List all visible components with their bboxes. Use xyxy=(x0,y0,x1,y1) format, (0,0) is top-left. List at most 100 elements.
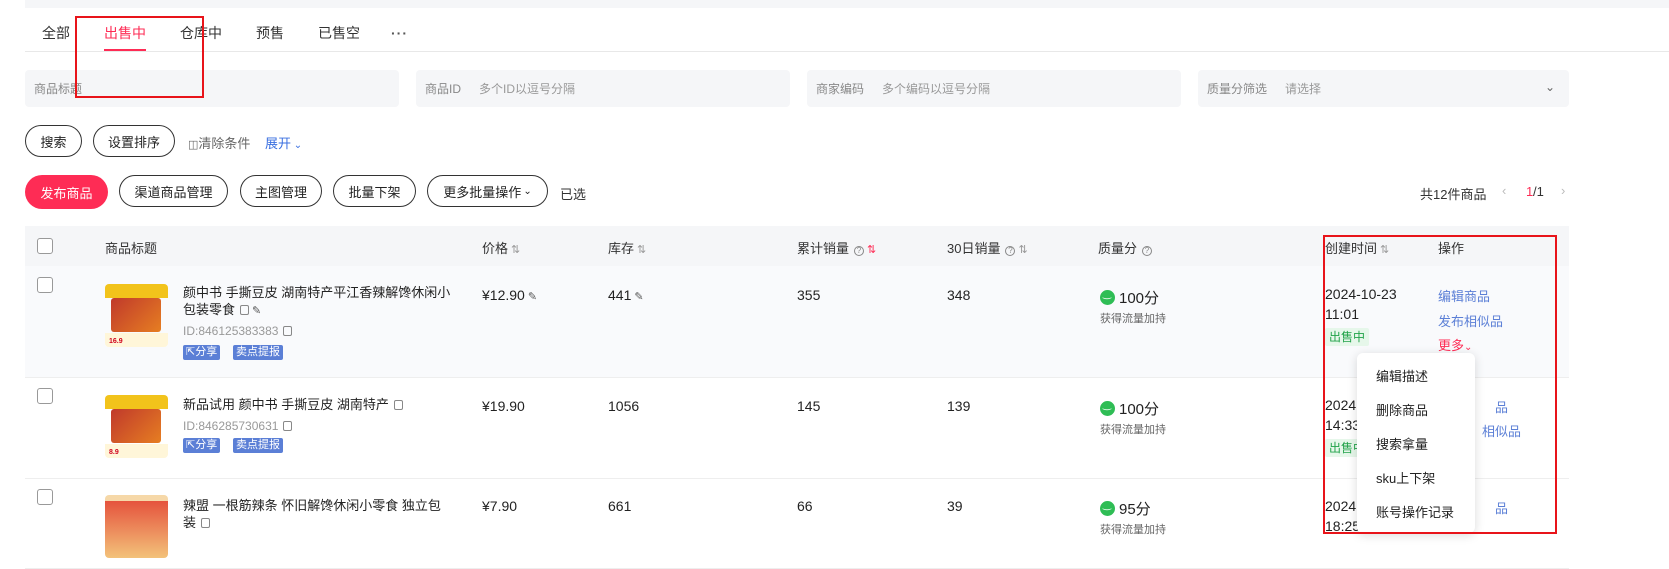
share-tag[interactable]: ⇱分享 xyxy=(183,438,221,453)
channel-products-button[interactable]: 渠道商品管理 xyxy=(119,175,228,207)
expand-link[interactable]: 展开 ⌄ xyxy=(265,133,302,152)
search-button[interactable]: 搜索 xyxy=(25,125,82,157)
product-id: ID:846285730631 xyxy=(183,419,293,433)
title-filter-label: 商品标题 xyxy=(34,82,83,96)
total-sales-cell: 355 xyxy=(797,287,821,303)
quality-filter[interactable]: 质量分筛选 请选择 ⌄ xyxy=(1198,70,1569,107)
tab-on-sale[interactable]: 出售中 xyxy=(87,14,163,51)
tab-presale[interactable]: 预售 xyxy=(239,14,301,51)
price-cell[interactable]: ¥7.90 xyxy=(482,498,517,514)
row-checkbox[interactable] xyxy=(37,489,53,505)
header-created[interactable]: 创建时间 ⇅ xyxy=(1325,238,1389,257)
edit-icon[interactable]: ✎ xyxy=(634,290,643,303)
id-filter[interactable]: 商品ID 多个ID以逗号分隔 xyxy=(416,70,790,107)
select-all-checkbox[interactable] xyxy=(37,238,53,254)
thumb-price: 16.9 xyxy=(109,338,123,345)
main-image-button[interactable]: 主图管理 xyxy=(240,175,322,207)
header-total-sales[interactable]: 累计销量? ⇅ xyxy=(797,238,876,257)
tab-warehouse[interactable]: 仓库中 xyxy=(163,14,239,51)
sort-button[interactable]: 设置排序 xyxy=(93,125,175,157)
quality-filter-select[interactable]: 请选择 xyxy=(1285,80,1321,97)
edit-icon[interactable]: ✎ xyxy=(528,290,537,303)
price-cell[interactable]: ¥19.90 xyxy=(482,398,525,414)
stock-cell[interactable]: 661 xyxy=(608,498,631,514)
price-value: ¥12.90 xyxy=(482,287,525,303)
header-stock-label: 库存 xyxy=(608,241,635,256)
stock-cell[interactable]: 1056 xyxy=(608,398,639,414)
sort-icon[interactable]: ⇅ xyxy=(867,244,876,256)
product-thumbnail[interactable]: 8.9 xyxy=(105,395,168,458)
help-icon[interactable]: ? xyxy=(1005,246,1016,256)
menu-item-account-log[interactable]: 账号操作记录 xyxy=(1376,502,1454,521)
prev-page-icon[interactable]: ‹ xyxy=(1502,183,1506,198)
quality-score: 100分 获得流量加持 xyxy=(1100,398,1166,437)
selected-count: 已选 xyxy=(560,187,587,202)
code-filter-input[interactable]: 多个编码以逗号分隔 xyxy=(882,80,990,97)
copy-icon[interactable] xyxy=(240,305,250,315)
header-price[interactable]: 价格 ⇅ xyxy=(482,238,520,257)
price-cell[interactable]: ¥12.90 ✎ xyxy=(482,287,537,303)
help-icon[interactable]: ? xyxy=(1142,246,1153,256)
product-title-text: 颜中书 手撕豆皮 湖南特产平江香辣解馋休闲小包装零食 xyxy=(183,285,451,317)
copy-icon[interactable] xyxy=(283,421,293,431)
batch-offline-button[interactable]: 批量下架 xyxy=(333,175,416,207)
title-filter[interactable]: 商品标题 xyxy=(25,70,399,107)
copy-icon[interactable] xyxy=(393,400,403,410)
id-filter-input[interactable]: 多个ID以逗号分隔 xyxy=(479,80,575,97)
copy-icon[interactable] xyxy=(201,518,211,528)
tab-all[interactable]: 全部 xyxy=(25,14,87,51)
total-sales-cell: 66 xyxy=(797,498,813,514)
edit-product-link[interactable]: 品 xyxy=(1495,397,1508,416)
menu-item-edit-description[interactable]: 编辑描述 xyxy=(1376,366,1428,385)
tab-more-icon[interactable]: ··· xyxy=(377,14,422,51)
header-stock[interactable]: 库存 ⇅ xyxy=(608,238,646,257)
created-date: 2024 xyxy=(1325,397,1357,413)
chevron-down-icon[interactable]: ⌄ xyxy=(1545,80,1555,94)
selling-point-tag[interactable]: 卖点提报 xyxy=(233,345,283,360)
share-tag[interactable]: ⇱分享 xyxy=(183,345,221,360)
menu-item-search-boost[interactable]: 搜索拿量 xyxy=(1376,434,1428,453)
sort-icon[interactable]: ⇅ xyxy=(637,244,646,256)
product-thumbnail[interactable] xyxy=(105,495,168,558)
help-icon[interactable]: ? xyxy=(854,246,865,256)
header-sales-30d[interactable]: 30日销量? ⇅ xyxy=(947,238,1028,257)
quality-score: 100分 获得流量加持 xyxy=(1100,287,1166,326)
next-page-icon[interactable]: › xyxy=(1561,183,1565,198)
product-title[interactable]: 新品试用 颜中书 手撕豆皮 湖南特产 xyxy=(183,396,453,413)
thumb-price: 8.9 xyxy=(109,449,119,456)
selling-point-tag[interactable]: 卖点提报 xyxy=(233,438,283,453)
product-thumbnail[interactable]: 16.9 xyxy=(105,284,168,347)
created-clock: 18:25 xyxy=(1325,518,1361,534)
trash-icon: ◫ xyxy=(188,139,199,151)
row-checkbox[interactable] xyxy=(37,388,53,404)
row-checkbox[interactable] xyxy=(37,277,53,293)
table-row: 16.9 颜中书 手撕豆皮 湖南特产平江香辣解馋休闲小包装零食 ✎ ID:8461… xyxy=(25,266,1569,378)
more-ops-link[interactable]: 更多⌄ xyxy=(1438,335,1472,354)
code-filter[interactable]: 商家编码 多个编码以逗号分隔 xyxy=(807,70,1181,107)
product-title[interactable]: 辣盟 一根筋辣条 怀旧解馋休闲小零食 独立包装 xyxy=(183,497,453,531)
menu-item-delete-product[interactable]: 删除商品 xyxy=(1376,400,1428,419)
sort-icon[interactable]: ⇅ xyxy=(1018,244,1027,256)
sort-icon[interactable]: ⇅ xyxy=(1380,244,1389,256)
publish-similar-link[interactable]: 相似品 xyxy=(1482,421,1521,440)
publish-similar-link[interactable]: 发布相似品 xyxy=(1438,311,1503,330)
share-icon: ⇱ xyxy=(186,346,196,358)
edit-product-link[interactable]: 编辑商品 xyxy=(1438,286,1490,305)
id-filter-label: 商品ID xyxy=(425,82,462,96)
product-title[interactable]: 颜中书 手撕豆皮 湖南特产平江香辣解馋休闲小包装零食 ✎ xyxy=(183,284,453,320)
publish-product-button[interactable]: 发布商品 xyxy=(25,175,108,209)
edit-icon[interactable]: ✎ xyxy=(252,303,261,320)
clear-conditions-link[interactable]: ◫清除条件 xyxy=(188,133,250,152)
tab-sold-out[interactable]: 已售空 xyxy=(301,14,377,51)
menu-item-sku-toggle[interactable]: sku上下架 xyxy=(1376,468,1435,487)
copy-icon[interactable] xyxy=(283,326,293,336)
more-batch-button[interactable]: 更多批量操作 ⌄ xyxy=(427,175,548,207)
created-time: 2024 14:33 xyxy=(1325,395,1360,435)
stock-cell[interactable]: 441 ✎ xyxy=(608,287,644,303)
smile-icon xyxy=(1100,289,1115,305)
created-date: 2024 xyxy=(1325,498,1357,514)
quality-score-note: 获得流量加持 xyxy=(1100,424,1166,436)
quality-filter-label: 质量分筛选 xyxy=(1207,82,1268,96)
sort-icon[interactable]: ⇅ xyxy=(511,244,520,256)
edit-product-link[interactable]: 品 xyxy=(1495,498,1508,517)
